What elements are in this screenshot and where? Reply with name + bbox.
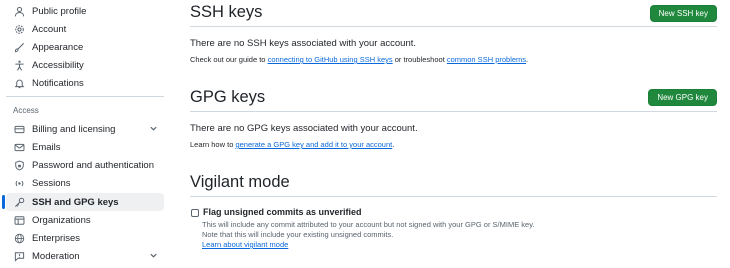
accessibility-icon (13, 59, 25, 71)
settings-sidebar: Public profile Account Appearance Access… (0, 0, 166, 268)
sidebar-item-label: Password and authentication (32, 159, 154, 171)
common-ssh-problems-link[interactable]: common SSH problems (447, 55, 526, 64)
ssh-divider (190, 26, 717, 27)
ssh-guide-text: Check out our guide to connecting to Git… (190, 55, 528, 64)
ssh-gpg-settings: SSH keys New SSH key There are no SSH ke… (190, 0, 720, 268)
new-ssh-key-button[interactable]: New SSH key (649, 5, 717, 22)
gpg-guide-prefix: Learn how to (190, 140, 236, 149)
sidebar-item-password[interactable]: Password and authentication (6, 156, 164, 174)
sidebar-section-access: Access (13, 106, 39, 115)
gear-icon (13, 23, 25, 35)
sidebar-item-label: Notifications (32, 77, 84, 89)
sidebar-item-label: Emails (32, 141, 61, 153)
chevron-down-icon (150, 253, 157, 258)
broadcast-icon (13, 177, 25, 189)
sidebar-item-label: Accessibility (32, 59, 84, 71)
globe-icon (13, 232, 25, 244)
vigilant-divider (190, 196, 717, 197)
ssh-guide-suffix: . (526, 55, 529, 64)
gpg-guide-suffix: . (392, 140, 395, 149)
vigilant-mode-heading: Vigilant mode (190, 173, 290, 191)
sidebar-item-ssh-gpg-keys[interactable]: SSH and GPG keys (2, 193, 164, 211)
flag-unsigned-commits-label[interactable]: Flag unsigned commits as unverified (203, 207, 362, 217)
sidebar-item-organizations[interactable]: Organizations (6, 211, 164, 229)
generate-gpg-key-link[interactable]: generate a GPG key and add it to your ac… (235, 140, 392, 149)
learn-vigilant-mode-link[interactable]: Learn about vigilant mode (202, 240, 288, 249)
ssh-empty-message: There are no SSH keys associated with yo… (190, 38, 417, 49)
vigilant-note-1: This will include any commit attributed … (202, 220, 535, 229)
sidebar-item-label: Account (32, 23, 67, 35)
sidebar-item-notifications[interactable]: Notifications (6, 74, 164, 92)
gpg-guide-text: Learn how to generate a GPG key and add … (190, 140, 394, 149)
gpg-keys-heading: GPG keys (190, 88, 266, 106)
table-icon (13, 214, 25, 226)
sidebar-item-emails[interactable]: Emails (6, 138, 164, 156)
paintbrush-icon (13, 41, 25, 53)
ssh-keys-heading: SSH keys (190, 3, 263, 21)
sidebar-item-label: Sessions (32, 177, 71, 189)
flag-unsigned-commits-checkbox[interactable] (191, 209, 199, 217)
sidebar-item-label: Enterprises (32, 232, 81, 244)
vigilant-note-2: Note that this will include your existin… (202, 230, 394, 239)
sidebar-item-label: SSH and GPG keys (32, 196, 119, 208)
gpg-empty-message: There are no GPG keys associated with yo… (190, 123, 418, 134)
sidebar-item-accessibility[interactable]: Accessibility (6, 56, 164, 74)
sidebar-item-label: Billing and licensing (32, 123, 116, 135)
person-icon (13, 5, 25, 17)
ssh-guide-prefix: Check out our guide to (190, 55, 268, 64)
sidebar-divider (6, 96, 164, 97)
shield-lock-icon (13, 159, 25, 171)
ssh-guide-mid: or troubleshoot (392, 55, 447, 64)
report-icon (13, 250, 25, 262)
sidebar-item-account[interactable]: Account (6, 20, 164, 38)
sidebar-item-label: Public profile (32, 5, 87, 17)
chevron-down-icon (150, 126, 157, 131)
new-gpg-key-button[interactable]: New GPG key (648, 89, 717, 106)
vigilant-learn-text: Learn about vigilant mode (202, 240, 288, 249)
sidebar-item-moderation[interactable]: Moderation (6, 247, 164, 265)
sidebar-item-billing[interactable]: Billing and licensing (6, 120, 164, 138)
sidebar-item-public-profile[interactable]: Public profile (6, 2, 164, 20)
sidebar-item-sessions[interactable]: Sessions (6, 174, 164, 192)
connecting-ssh-link[interactable]: connecting to GitHub using SSH keys (268, 55, 393, 64)
sidebar-item-label: Organizations (32, 214, 91, 226)
key-icon (13, 196, 25, 208)
credit-card-icon (13, 123, 25, 135)
bell-icon (13, 77, 25, 89)
sidebar-item-label: Appearance (32, 41, 84, 53)
sidebar-item-enterprises[interactable]: Enterprises (6, 229, 164, 247)
sidebar-item-label: Moderation (32, 250, 80, 262)
mail-icon (13, 141, 25, 153)
gpg-divider (190, 111, 717, 112)
sidebar-item-appearance[interactable]: Appearance (6, 38, 164, 56)
